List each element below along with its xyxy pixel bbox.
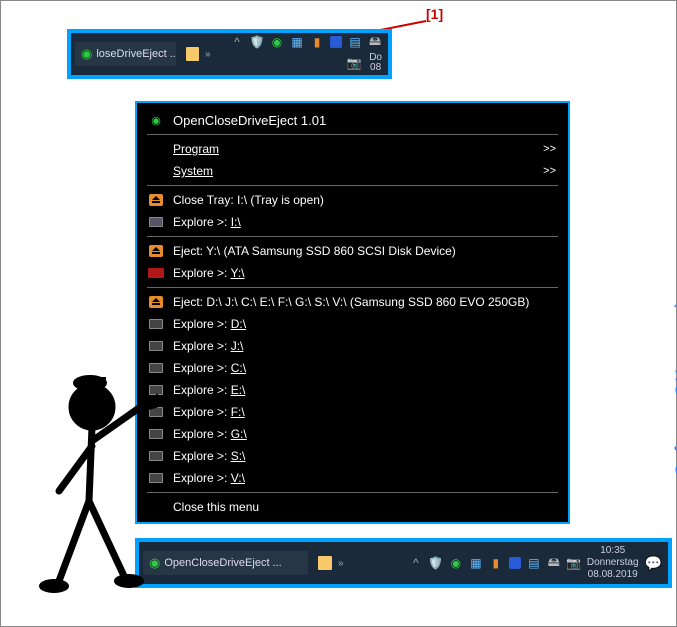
tray-icon-4[interactable]: ▤ [348,35,362,49]
menu-label: Eject: D:\ J:\ C:\ E:\ F:\ G:\ S:\ V:\ (… [173,295,529,309]
clock-time: 10:35 [587,545,639,557]
app-icon: ◉ [149,555,160,571]
menu-label: Explore >: D:\ [173,317,246,331]
menu-item-explore-drive[interactable]: Explore >: J:\ [137,335,568,357]
menu-item-explore-drive[interactable]: Explore >: C:\ [137,357,568,379]
menu-item-explore-y[interactable]: Explore >: Y:\ [137,262,568,284]
tray-icon-2[interactable]: ▮ [489,556,503,570]
context-menu: ◉ OpenCloseDriveEject 1.01 Program >> Sy… [135,101,570,524]
marvel-icon [147,265,165,281]
app-icon: ◉ [147,112,165,128]
security-icon[interactable]: 🛡️ [250,35,264,49]
tray-icon-4[interactable]: ▤ [527,556,541,570]
tray-icon-6[interactable]: 📷 [347,56,361,70]
menu-item-explore-drive[interactable]: Explore >: G:\ [137,423,568,445]
drive-icon [147,214,165,230]
menu-item-eject-multi[interactable]: Eject: D:\ J:\ C:\ E:\ F:\ G:\ S:\ V:\ (… [137,291,568,313]
submenu-arrow-icon: >> [543,143,556,155]
blank-icon [147,499,165,515]
tray-icon-3[interactable] [330,36,342,48]
menu-item-explore-drive[interactable]: Explore >: E:\ [137,379,568,401]
folder-icon[interactable] [318,556,332,570]
drive-icon [147,448,165,464]
menu-item-explore-i[interactable]: Explore >: I:\ [137,211,568,233]
notifications-icon[interactable]: 💬 [643,555,664,572]
taskbar-bottom: ◉ OpenCloseDriveEject ... » ^ 🛡️ ◉ ▦ ▮ ▤… [135,538,672,588]
app-label: loseDriveEject ... [96,48,176,60]
eject-icon [147,192,165,208]
system-tray: ^ 🛡️ ◉ ▦ ▮ ▤ 🖴 📷 Do 08 [211,35,384,73]
separator [147,134,558,135]
submenu-arrow-icon: >> [543,165,556,177]
menu-item-eject-y[interactable]: Eject: Y:\ (ATA Samsung SSD 860 SCSI Dis… [137,240,568,262]
taskbar-app-button[interactable]: ◉ loseDriveEject ... [75,42,176,66]
taskbar-app-button-2[interactable]: ◉ OpenCloseDriveEject ... [143,551,308,575]
menu-label: Explore >: E:\ [173,383,245,397]
menu-item-explore-drive[interactable]: Explore >: S:\ [137,445,568,467]
drive-icon [147,382,165,398]
app-icon: ◉ [81,46,92,62]
blank-icon [147,163,165,179]
menu-item-explore-drive[interactable]: Explore >: D:\ [137,313,568,335]
menu-item-close-tray[interactable]: Close Tray: I:\ (Tray is open) [137,189,568,211]
system-tray-2: ^ 🛡️ ◉ ▦ ▮ ▤ 🖴 📷 [373,556,583,570]
menu-item-explore-drive[interactable]: Explore >: F:\ [137,401,568,423]
menu-item-explore-drive[interactable]: Explore >: V:\ [137,467,568,489]
drive-icon [147,470,165,486]
annotation-label: [1] [426,6,443,22]
clock-day: Donnerstag [587,557,639,569]
menu-label: Explore >: V:\ [173,471,245,485]
eject-icon [147,243,165,259]
menu-item-program[interactable]: Program >> [137,138,568,160]
menu-label: Close Tray: I:\ (Tray is open) [173,193,324,207]
menu-item-system[interactable]: System >> [137,160,568,182]
menu-label: Explore >: F:\ [173,405,245,419]
menu-label: Explore >: S:\ [173,449,245,463]
menu-label: Explore >: Y:\ [173,266,245,280]
tray-icon-1[interactable]: ▦ [290,35,304,49]
tray-icon-5[interactable]: 🖴 [547,556,561,570]
menu-label: Explore >: G:\ [173,427,247,441]
clock-block[interactable]: 10:35 Donnerstag 08.08.2019 [583,545,643,581]
app-tray-icon[interactable]: ◉ [270,35,284,49]
menu-label: Explore >: J:\ [173,339,243,353]
tray-icon-2[interactable]: ▮ [310,35,324,49]
menu-label: Explore >: I:\ [173,215,241,229]
tray-chevron-up-icon[interactable]: ^ [230,35,244,49]
tray-icon-3[interactable] [509,557,521,569]
drive-icon [147,426,165,442]
drive-icon [147,404,165,420]
menu-title: OpenCloseDriveEject 1.01 [173,113,326,128]
menu-title-row: ◉ OpenCloseDriveEject 1.01 [137,109,568,131]
tray-chevron-up-icon[interactable]: ^ [409,556,423,570]
menu-label: Eject: Y:\ (ATA Samsung SSD 860 SCSI Dis… [173,244,456,258]
watermark-text: www.SoftwareOK.com :-) [672,301,677,524]
drive-icon [147,338,165,354]
clock[interactable]: Do 08 [367,53,382,73]
clock-date: 08.08.2019 [587,569,639,581]
eject-icon [147,294,165,310]
tray-icon-1[interactable]: ▦ [469,556,483,570]
separator [147,287,558,288]
taskbar-top: ◉ loseDriveEject ... » ^ 🛡️ ◉ ▦ ▮ ▤ 🖴 📷 … [67,29,392,79]
app-tray-icon[interactable]: ◉ [449,556,463,570]
separator [147,492,558,493]
blank-icon [147,141,165,157]
drive-icon [147,316,165,332]
drive-icon [147,360,165,376]
menu-label: Explore >: C:\ [173,361,246,375]
separator [147,185,558,186]
menu-label: Close this menu [173,500,259,514]
separator [147,236,558,237]
menu-item-close-menu[interactable]: Close this menu [137,496,568,518]
menu-label: System [173,164,213,178]
tray-icon-5[interactable]: 🖴 [368,35,382,49]
app-label: OpenCloseDriveEject ... [164,557,281,569]
folder-icon[interactable] [186,47,199,61]
tray-icon-6[interactable]: 📷 [567,556,581,570]
menu-label: Program [173,142,219,156]
security-icon[interactable]: 🛡️ [429,556,443,570]
chevron-right-icon[interactable]: » [338,558,344,569]
